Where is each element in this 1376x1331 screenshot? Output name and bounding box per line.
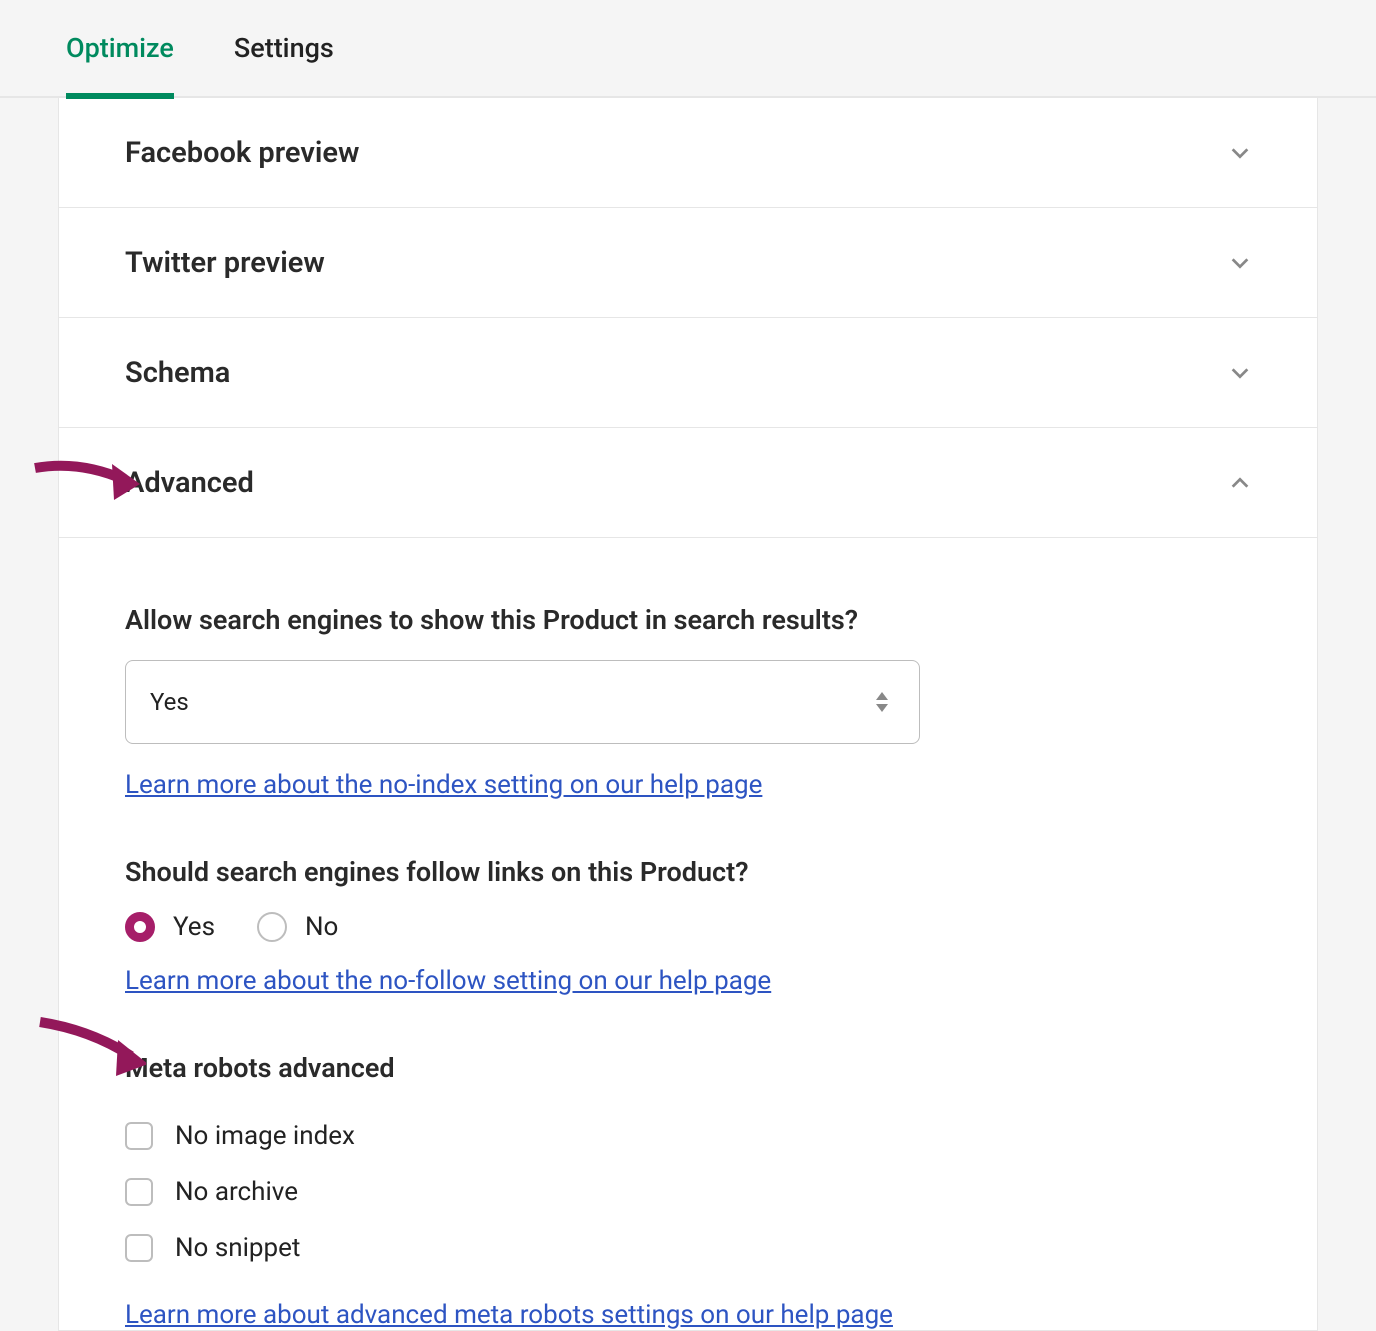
field-follow-links: Should search engines follow links on th… [125,856,1251,996]
select-value: Yes [125,660,920,744]
chevron-down-icon [1229,362,1251,384]
checkbox-label: No image index [175,1121,355,1151]
radio-label: No [305,912,338,942]
no-follow-help-link[interactable]: Learn more about the no-follow setting o… [125,966,771,996]
checkbox-label: No snippet [175,1233,300,1263]
advanced-content: Allow search engines to show this Produc… [59,538,1317,1330]
chevron-down-icon [1229,142,1251,164]
meta-robots-help-link[interactable]: Learn more about advanced meta robots se… [125,1300,893,1330]
tab-settings[interactable]: Settings [234,0,334,97]
radio-label: Yes [173,912,215,942]
radio-checked-icon [125,912,155,942]
accordion-facebook-preview[interactable]: Facebook preview [59,98,1317,208]
accordion-title: Facebook preview [125,136,359,170]
tab-optimize[interactable]: Optimize [66,0,174,97]
radio-unchecked-icon [257,912,287,942]
checkbox-label: No archive [175,1177,298,1207]
settings-panel: Facebook preview Twitter preview Schema … [58,98,1318,1331]
allow-search-label: Allow search engines to show this Produc… [125,604,1251,636]
chevron-down-icon [1229,252,1251,274]
accordion-title: Advanced [125,466,254,500]
accordion-title: Schema [125,356,230,390]
field-meta-robots: Meta robots advanced No image index No a… [125,1052,1251,1330]
select-caret-icon [874,692,890,712]
allow-search-select[interactable]: Yes [125,660,920,744]
main: Facebook preview Twitter preview Schema … [0,98,1376,1331]
arrow-annotation-icon [30,450,140,510]
meta-robots-checkboxes: No image index No archive No snippet [125,1108,1251,1276]
checkbox-no-image-index[interactable]: No image index [125,1108,1251,1164]
checkbox-unchecked-icon [125,1122,153,1150]
checkbox-unchecked-icon [125,1234,153,1262]
no-index-help-link[interactable]: Learn more about the no-index setting on… [125,770,762,800]
chevron-up-icon [1229,472,1251,494]
accordion-advanced[interactable]: Advanced [59,428,1317,538]
accordion-schema[interactable]: Schema [59,318,1317,428]
accordion-twitter-preview[interactable]: Twitter preview [59,208,1317,318]
field-allow-search: Allow search engines to show this Produc… [125,604,1251,800]
arrow-annotation-icon [36,1012,146,1082]
follow-links-label: Should search engines follow links on th… [125,856,1251,888]
follow-radio-yes[interactable]: Yes [125,912,215,942]
accordion-title: Twitter preview [125,246,325,280]
meta-robots-label: Meta robots advanced [125,1052,1251,1084]
follow-radio-no[interactable]: No [257,912,338,942]
checkbox-no-archive[interactable]: No archive [125,1164,1251,1220]
follow-radio-group: Yes No [125,912,1251,942]
checkbox-unchecked-icon [125,1178,153,1206]
tab-bar: Optimize Settings [0,0,1376,98]
checkbox-no-snippet[interactable]: No snippet [125,1220,1251,1276]
